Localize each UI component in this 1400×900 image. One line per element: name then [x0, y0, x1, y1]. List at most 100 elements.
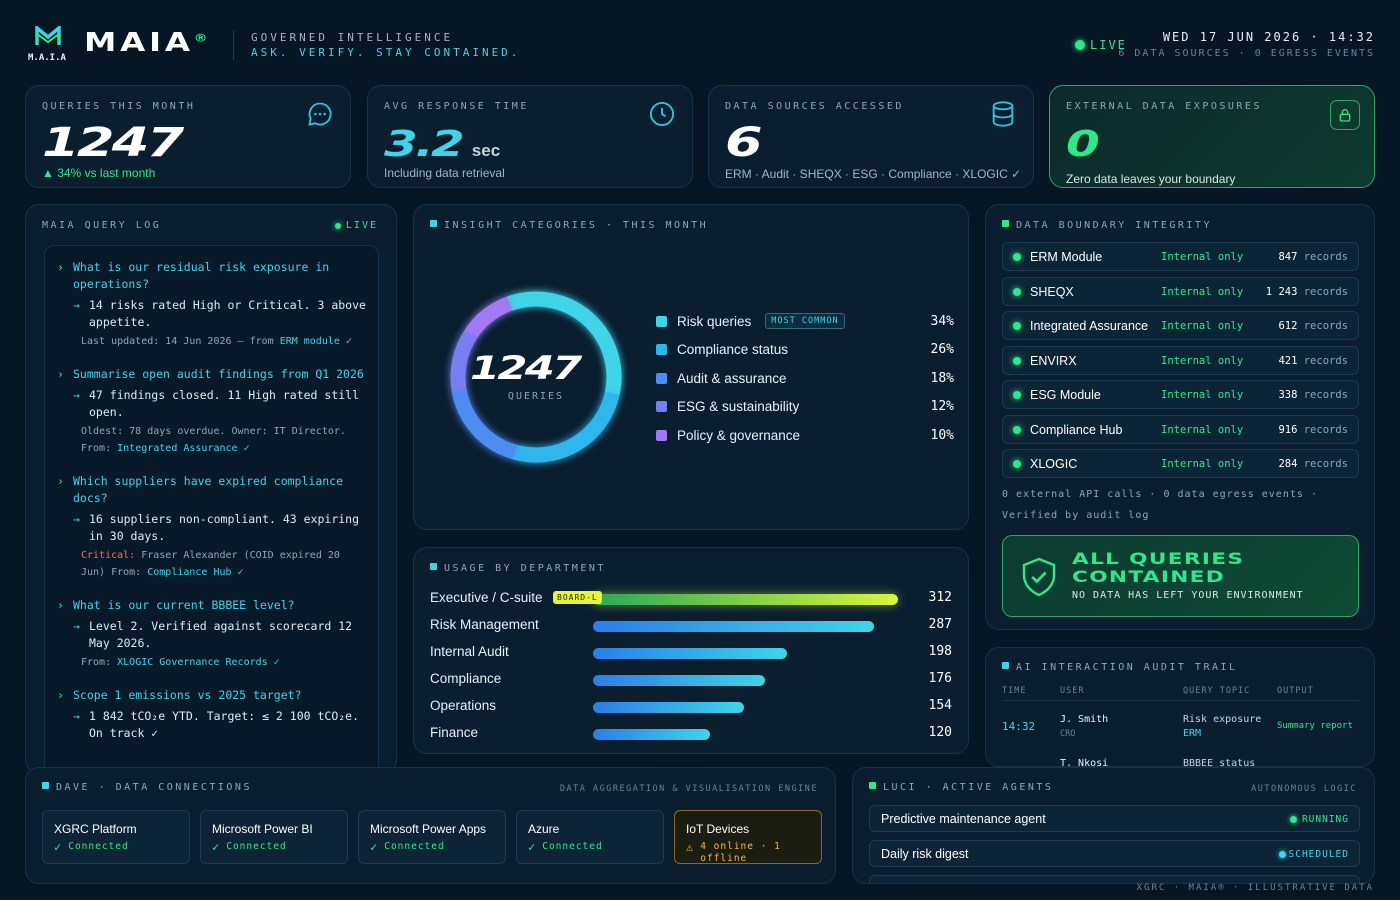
connection-name: IoT Devices [686, 822, 750, 836]
agent-status: RUNNING [1301, 814, 1349, 825]
legend-label: Compliance status [677, 342, 789, 358]
legend-swatch [656, 315, 667, 327]
boundary-footer-2: Verified by audit log [1002, 510, 1150, 521]
legend-item[interactable]: Risk queries MOST COMMON 34% [656, 307, 954, 336]
donut-center: 1247 QUERIES [436, 277, 636, 477]
legend-pct: 34% [930, 313, 954, 329]
chevron-right-icon: › [57, 367, 64, 381]
count-value: 847 [1278, 251, 1298, 263]
record-count: 847 records [1278, 251, 1348, 263]
boundary-row[interactable]: Integrated Assurance Internal only 612 rec… [1002, 311, 1359, 340]
connection-status: ✓ Connected [370, 841, 445, 853]
connection-name: Azure [528, 822, 560, 836]
brand-tagline-2: ASK. VERIFY. STAY CONTAINED. [251, 46, 521, 59]
source-link[interactable]: ERM module ✓ [280, 336, 352, 347]
kpi-label: AVG RESPONSE TIME [384, 101, 529, 112]
audit-title-text: AI INTERACTION AUDIT TRAIL [1016, 662, 1238, 673]
usage-row[interactable]: Executive / C-suite BOARD-L 312 [430, 588, 960, 615]
legend-label: Audit & assurance [677, 370, 787, 386]
usage-title-text: USAGE BY DEPARTMENT [444, 563, 606, 574]
boundary-row[interactable]: XLOGIC Internal only 284 records [1002, 449, 1359, 478]
legend-item[interactable]: Compliance status 26% [656, 336, 954, 365]
count-unit: records [1303, 320, 1348, 332]
boundary-row[interactable]: Compliance Hub Internal only 916 records [1002, 414, 1359, 444]
query-question: › Summarise open audit findings from Q1 2… [57, 366, 366, 383]
boundary-row[interactable]: ENVIRX Internal only 421 records [1002, 345, 1359, 375]
contained-line-2: CONTAINED [1072, 567, 1226, 586]
legend-item[interactable]: Audit & assurance 18% [656, 364, 954, 393]
kpi-note: ▲ 34% vs last month [42, 166, 156, 180]
list-item[interactable]: › What is our residual risk exposure in o… [57, 259, 366, 350]
connection-card[interactable]: Azure ✓ Connected [516, 810, 664, 864]
source-link[interactable]: Compliance Hub ✓ [147, 567, 243, 578]
title-marker [430, 220, 437, 227]
connection-status: ✓ Connected [212, 841, 287, 853]
usage-row[interactable]: Compliance 176 [430, 669, 960, 696]
usage-row[interactable]: Internal Audit 198 [430, 642, 960, 669]
dept-label: Finance [430, 725, 479, 740]
usage-row[interactable]: Operations 154 [430, 696, 960, 723]
dave-subtitle: DATA AGGREGATION & VISUALISATION ENGINE [559, 784, 818, 794]
dept-value: 198 [928, 644, 952, 659]
boundary-row[interactable]: ERM Module Internal only 847 records [1002, 242, 1359, 271]
connection-card[interactable]: XGRC Platform ✓ Connected [42, 810, 190, 864]
usage-bar [593, 594, 898, 605]
source-name: SHEQX [1030, 284, 1074, 299]
query-text: Which suppliers have expired compliance … [73, 474, 344, 505]
agent-row[interactable]: Daily risk digest SCHEDULED [869, 840, 1360, 867]
boundary-row[interactable]: ESG Module Internal only 338 records [1002, 380, 1359, 409]
source-link[interactable]: XLOGIC Governance Records ✓ [117, 657, 280, 668]
col-time: TIME [1002, 686, 1027, 696]
boundary-row[interactable]: SHEQX Internal only 1 243 records [1002, 276, 1359, 306]
agent-status-dot [1290, 816, 1297, 823]
status-text: Connected [384, 841, 445, 852]
status-dot [1013, 460, 1021, 468]
answer-text: 16 suppliers non-compliant. 43 expiring … [89, 512, 360, 543]
kpi-card-sources[interactable]: DATA SOURCES ACCESSED 6 ERM · Audit · SH… [708, 85, 1034, 188]
chevron-right-icon: › [57, 598, 64, 612]
list-item[interactable]: › Which suppliers have expired compliance… [57, 473, 366, 581]
audit-topic: Risk exposure [1183, 714, 1262, 725]
luci-panel: LUCI · ACTIVE AGENTS AUTONOMOUS LOGIC Pr… [852, 767, 1375, 884]
connection-card[interactable]: IoT Devices ⚠ 4 online · 1 offline [674, 810, 822, 864]
warning-icon: ⚠ [686, 840, 695, 854]
list-item[interactable]: › Summarise open audit findings from Q1 2… [57, 366, 366, 457]
kpi-card-queries[interactable]: QUERIES THIS MONTH 1247 ▲ 34% vs last mo… [25, 85, 351, 188]
list-item[interactable]: › What is our current BBBEE level? → Level … [57, 597, 366, 671]
query-log-list[interactable]: › What is our residual risk exposure in o… [44, 245, 379, 773]
audit-time: 14:32 [1002, 720, 1036, 733]
dept-label: Executive / C-suite [430, 590, 543, 605]
arrow-right-icon: → [73, 512, 80, 526]
legend-item[interactable]: ESG & sustainability 12% [656, 393, 954, 422]
maia-logo[interactable]: M.A.I.A [28, 24, 70, 63]
legend-label: ESG & sustainability [677, 399, 800, 415]
source-name: ERM Module [1030, 250, 1103, 264]
dept-label: Compliance [430, 671, 502, 686]
connection-card[interactable]: Microsoft Power BI ✓ Connected [200, 810, 348, 864]
kpi-card-response[interactable]: AVG RESPONSE TIME 3.2 sec Including data… [367, 85, 693, 188]
brand-name-text: MAIA [84, 28, 194, 58]
connection-card[interactable]: Microsoft Power Apps ✓ Connected [358, 810, 506, 864]
insight-panel: INSIGHT CATEGORIES · THIS MONTH 1247 QUE… [413, 204, 969, 530]
status-dot [1013, 391, 1021, 399]
table-row[interactable]: 14:32 J. Smith CRO Risk exposure ERM Sum… [1002, 714, 1362, 754]
connection-name: XGRC Platform [54, 822, 137, 836]
source-link[interactable]: Integrated Assurance ✓ [117, 443, 249, 454]
logo-mark-text: M.A.I.A [28, 53, 66, 63]
usage-title: USAGE BY DEPARTMENT [430, 563, 606, 574]
critical-label: Critical: [81, 550, 136, 561]
agent-row[interactable]: Predictive maintenance agent RUNNING [869, 805, 1360, 832]
dave-panel: DAVE · DATA CONNECTIONS DATA AGGREGATION… [25, 767, 836, 884]
legend-item[interactable]: Policy & governance 10% [656, 421, 954, 450]
clock-icon [649, 101, 675, 127]
connection-status: ✓ Connected [54, 841, 129, 853]
chevron-right-icon: › [57, 260, 64, 274]
col-user: USER [1060, 686, 1085, 696]
dave-title: DAVE · DATA CONNECTIONS [42, 782, 252, 793]
list-item[interactable]: › Scope 1 emissions vs 2025 target? → 1 842… [57, 687, 366, 742]
kpi-card-exposures[interactable]: EXTERNAL DATA EXPOSURES 0 Zero data leav… [1049, 85, 1375, 188]
connection-status: ⚠ 4 online · 1 offline [686, 841, 790, 865]
usage-row[interactable]: Risk Management 287 [430, 615, 960, 642]
title-marker [430, 563, 437, 570]
usage-row[interactable]: Finance 120 [430, 723, 960, 750]
